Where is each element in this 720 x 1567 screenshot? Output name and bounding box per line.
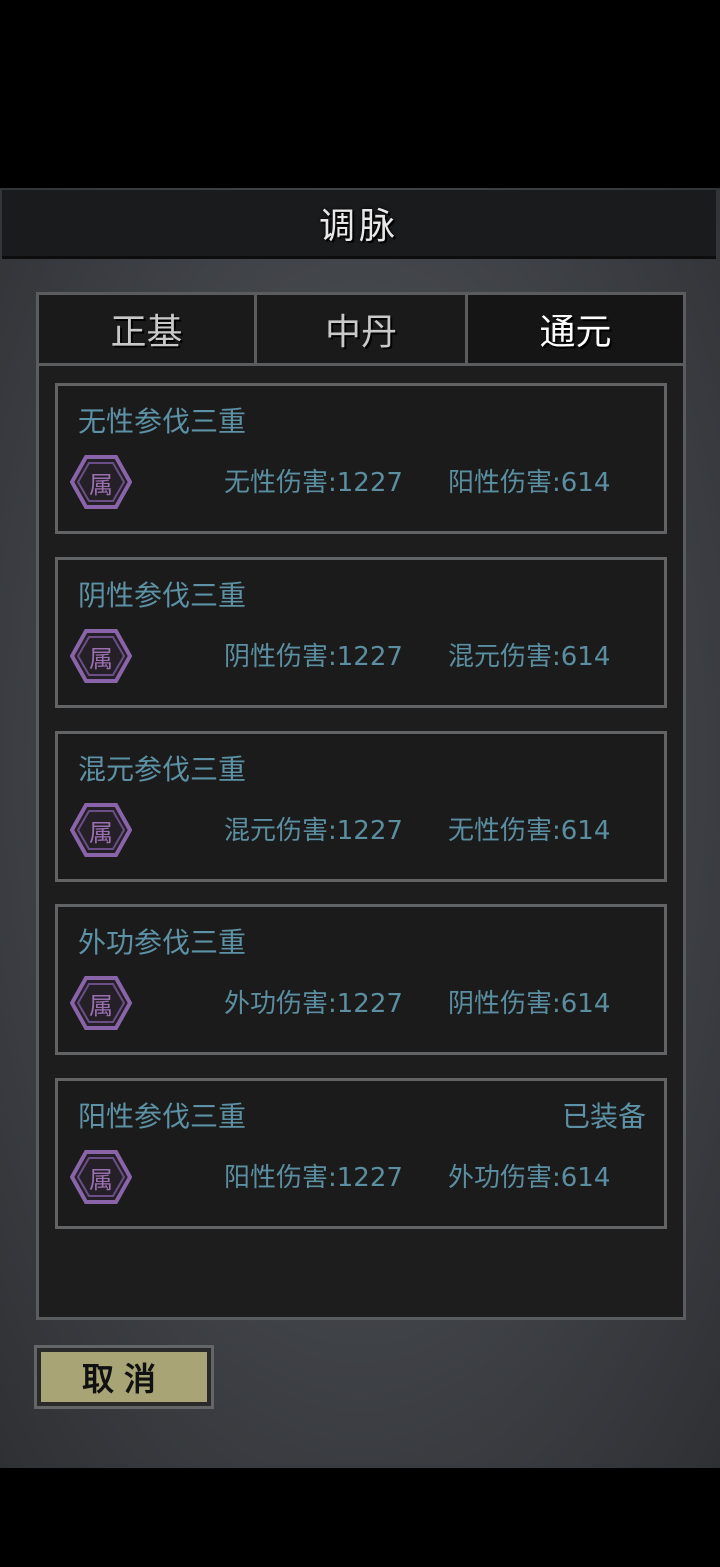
primary-stat: 混元伤害:1227	[224, 816, 403, 846]
primary-stat: 阳性伤害:1227	[224, 1163, 403, 1193]
tab-tongyuan[interactable]: 通元	[465, 295, 683, 363]
dialog-panel: 调脉 正基 中丹 通元 无性参伐三重 属 无性伤害:1227 阳性伤害:614 …	[0, 188, 720, 1468]
tab-zhongdan[interactable]: 中丹	[254, 295, 465, 363]
skill-name: 无性参伐三重	[78, 405, 247, 438]
skill-card[interactable]: 混元参伐三重 属 混元伤害:1227 无性伤害:614	[55, 731, 667, 882]
secondary-stat: 阳性伤害:614	[448, 468, 611, 498]
attribute-badge-icon: 属	[70, 802, 132, 858]
secondary-stat: 无性伤害:614	[448, 816, 611, 846]
attribute-badge-icon: 属	[70, 628, 132, 684]
badge-label: 属	[89, 644, 113, 673]
attribute-badge-icon: 属	[70, 454, 132, 510]
tab-bar: 正基 中丹 通元	[39, 295, 683, 366]
secondary-stat: 阴性伤害:614	[448, 989, 611, 1019]
skill-card-equipped[interactable]: 阳性参伐三重 已装备 属 阳性伤害:1227 外功伤害:614	[55, 1078, 667, 1229]
badge-label: 属	[89, 818, 113, 847]
skill-name: 阴性参伐三重	[78, 579, 247, 612]
skill-name: 外功参伐三重	[78, 926, 247, 959]
skill-list-box: 正基 中丹 通元 无性参伐三重 属 无性伤害:1227 阳性伤害:614 阴性参…	[36, 292, 686, 1320]
cancel-label: 取消	[41, 1352, 207, 1402]
badge-label: 属	[89, 470, 113, 499]
skill-card[interactable]: 外功参伐三重 属 外功伤害:1227 阴性伤害:614	[55, 904, 667, 1055]
secondary-stat: 外功伤害:614	[448, 1163, 611, 1193]
attribute-badge-icon: 属	[70, 975, 132, 1031]
primary-stat: 外功伤害:1227	[224, 989, 403, 1019]
badge-label: 属	[89, 991, 113, 1020]
secondary-stat: 混元伤害:614	[448, 642, 611, 672]
dialog-title: 调脉	[318, 206, 399, 247]
attribute-badge-icon: 属	[70, 1149, 132, 1205]
primary-stat: 无性伤害:1227	[224, 468, 403, 498]
badge-label: 属	[89, 1165, 113, 1194]
tab-zhengji[interactable]: 正基	[39, 295, 254, 363]
title-bar: 调脉	[2, 190, 716, 259]
equipped-status: 已装备	[561, 1100, 646, 1133]
skill-card[interactable]: 阴性参伐三重 属 阴性伤害:1227 混元伤害:614	[55, 557, 667, 708]
skill-name: 混元参伐三重	[78, 753, 247, 786]
skill-name: 阳性参伐三重	[78, 1100, 247, 1133]
skill-card[interactable]: 无性参伐三重 属 无性伤害:1227 阳性伤害:614	[55, 383, 667, 534]
primary-stat: 阴性伤害:1227	[224, 642, 403, 672]
cancel-button[interactable]: 取消	[34, 1345, 214, 1409]
